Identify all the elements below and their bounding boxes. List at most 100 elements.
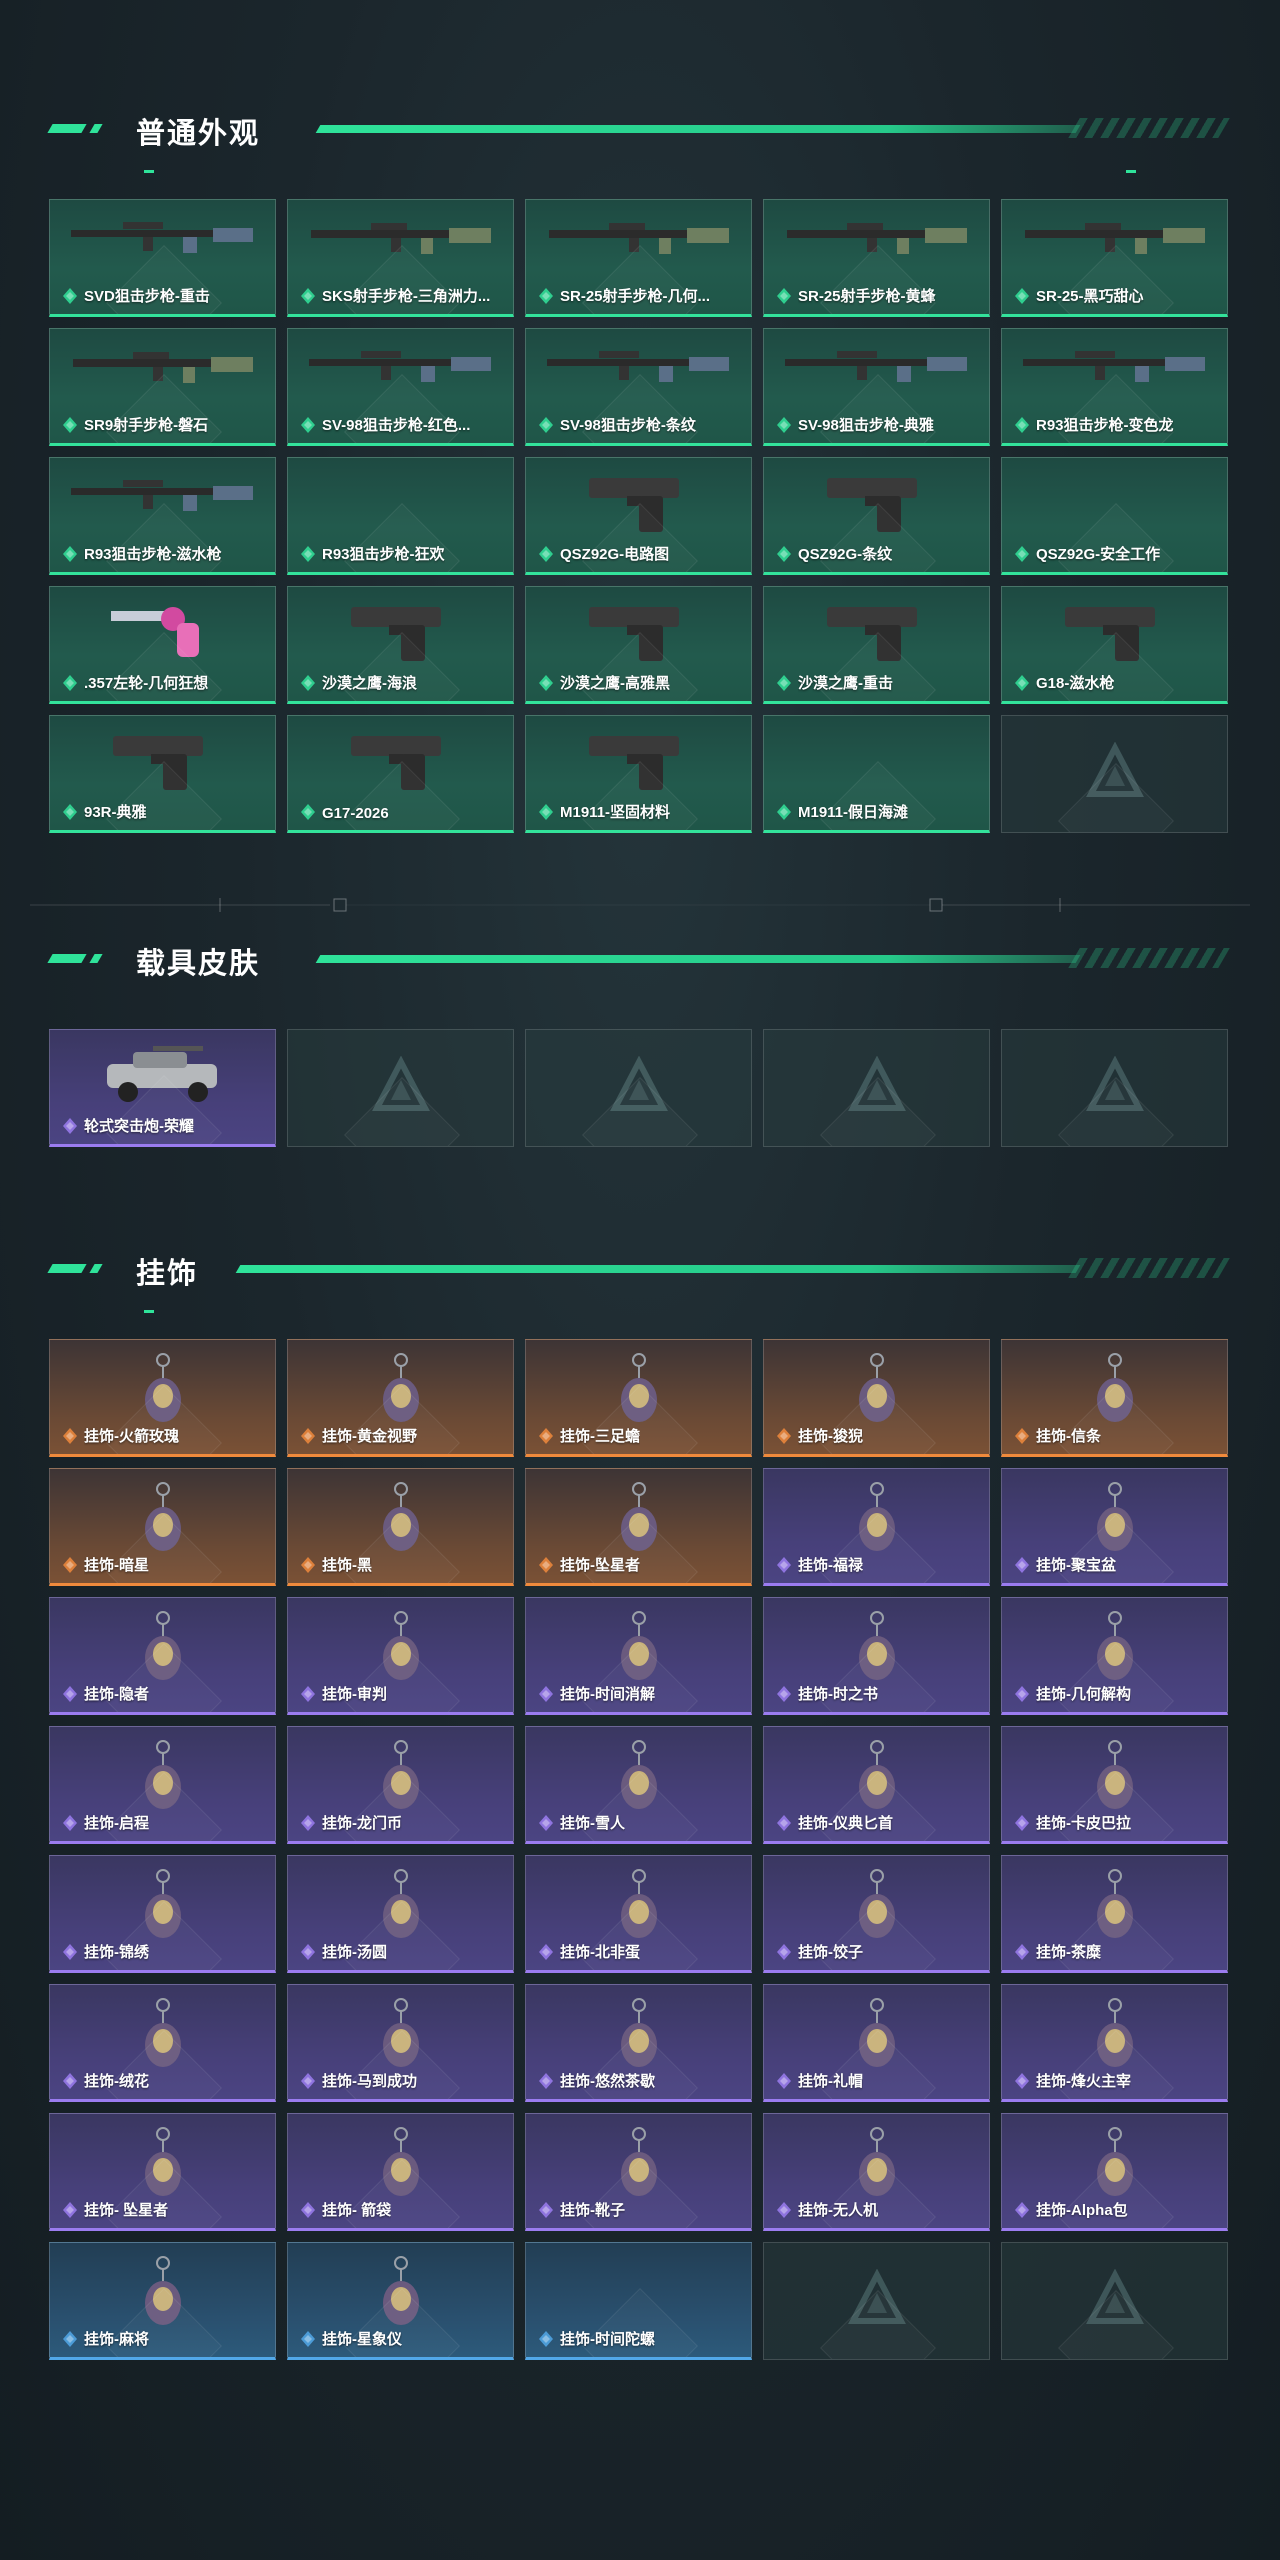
charm-icon — [366, 1995, 436, 2080]
weapons-item-card[interactable]: SVD狙击步枪-重击 — [49, 199, 276, 317]
weapons-item-card[interactable]: G18-滋水枪 — [1001, 586, 1228, 704]
rarity-diamond-icon — [300, 1943, 316, 1961]
weapons-item-card[interactable]: M1911-坚固材料 — [525, 715, 752, 833]
rarity-diamond-icon — [300, 545, 316, 563]
weapons-item-card[interactable]: R93狙击步枪-变色龙 — [1001, 328, 1228, 446]
charms-item-card[interactable]: 挂饰-审判 — [287, 1597, 514, 1715]
item-label: 挂饰-悠然茶歇 — [560, 2073, 655, 2090]
charms-item-card[interactable]: 挂饰-雪人 — [525, 1726, 752, 1844]
charms-item-card[interactable]: 挂饰-时间消解 — [525, 1597, 752, 1715]
item-label: 挂饰-Alpha包 — [1036, 2202, 1128, 2219]
revolver-icon — [103, 597, 223, 672]
weapons-item-card[interactable]: SR-25射手步枪-黄蜂 — [763, 199, 990, 317]
charms-item-card[interactable]: 挂饰-马到成功 — [287, 1984, 514, 2102]
charms-item-card[interactable]: 挂饰-信条 — [1001, 1339, 1228, 1457]
weapons-item-card[interactable]: QSZ92G-电路图 — [525, 457, 752, 575]
weapons-item-card[interactable]: R93狙击步枪-滋水枪 — [49, 457, 276, 575]
charm-icon — [842, 1479, 912, 1564]
charms-item-card[interactable]: 挂饰-坠星者 — [525, 1468, 752, 1586]
charms-item-card[interactable]: 挂饰-几何解构 — [1001, 1597, 1228, 1715]
weapons-item-card[interactable]: SV-98狙击步枪-典雅 — [763, 328, 990, 446]
rarity-diamond-icon — [538, 416, 554, 434]
rarity-diamond-icon — [538, 2072, 554, 2090]
charms-item-card[interactable]: 挂饰-时之书 — [763, 1597, 990, 1715]
charms-item-card[interactable]: 挂饰-黄金视野 — [287, 1339, 514, 1457]
vehicle-icon — [93, 1040, 233, 1115]
weapons-item-card[interactable]: SR-25-黑巧甜心 — [1001, 199, 1228, 317]
charms-item-card[interactable]: 挂饰-火箭玫瑰 — [49, 1339, 276, 1457]
charms-item-card[interactable]: 挂饰-龙门币 — [287, 1726, 514, 1844]
header-accent-dash — [89, 124, 103, 133]
charms-item-card[interactable]: 挂饰-三足蟾 — [525, 1339, 752, 1457]
rarity-diamond-icon — [538, 2330, 554, 2348]
rarity-diamond-icon — [300, 2201, 316, 2219]
vehicles-item-card[interactable]: 轮式突击炮-荣耀 — [49, 1029, 276, 1147]
charms-item-card[interactable]: 挂饰-暗星 — [49, 1468, 276, 1586]
weapons-item-card[interactable]: SV-98狙击步枪-条纹 — [525, 328, 752, 446]
charms-item-card[interactable]: 挂饰-北非蛋 — [525, 1855, 752, 1973]
item-label: 挂饰-三足蟾 — [560, 1428, 640, 1445]
charms-item-card[interactable]: 挂饰- 箭袋 — [287, 2113, 514, 2231]
weapons-item-card[interactable]: .357左轮-几何狂想 — [49, 586, 276, 704]
item-label: SR-25射手步枪-黄蜂 — [798, 288, 936, 305]
charms-item-card[interactable]: 挂饰-仪典匕首 — [763, 1726, 990, 1844]
rarity-diamond-icon — [62, 2330, 78, 2348]
weapons-item-card[interactable]: SR-25射手步枪-几何... — [525, 199, 752, 317]
weapons-item-card[interactable]: SKS射手步枪-三角洲力... — [287, 199, 514, 317]
charms-item-card[interactable]: 挂饰-烽火主宰 — [1001, 1984, 1228, 2102]
charms-item-card[interactable]: 挂饰-星象仪 — [287, 2242, 514, 2360]
weapons-item-card[interactable]: SR9射手步枪-磐石 — [49, 328, 276, 446]
item-label: 挂饰-黄金视野 — [322, 1428, 417, 1445]
charms-item-card[interactable]: 挂饰-时间陀螺 — [525, 2242, 752, 2360]
charms-item-card[interactable]: 挂饰-无人机 — [763, 2113, 990, 2231]
rarity-diamond-icon — [62, 1556, 78, 1574]
charms-item-card[interactable]: 挂饰- 坠星者 — [49, 2113, 276, 2231]
charms-item-card[interactable]: 挂饰-锦绣 — [49, 1855, 276, 1973]
section-title: 载具皮肤 — [136, 948, 261, 980]
charms-item-card[interactable]: 挂饰-靴子 — [525, 2113, 752, 2231]
weapons-item-card[interactable]: SV-98狙击步枪-红色... — [287, 328, 514, 446]
charms-item-card[interactable]: 挂饰-卡皮巴拉 — [1001, 1726, 1228, 1844]
item-label: 挂饰-麻将 — [84, 2331, 149, 2348]
weapons-item-card[interactable]: M1911-假日海滩 — [763, 715, 990, 833]
weapons-item-card[interactable]: QSZ92G-条纹 — [763, 457, 990, 575]
charms-item-card[interactable]: 挂饰-聚宝盆 — [1001, 1468, 1228, 1586]
placeholder-logo-icon — [847, 2268, 907, 2329]
rarity-diamond-icon — [62, 1117, 78, 1135]
weapons-item-card[interactable]: R93狙击步枪-狂欢 — [287, 457, 514, 575]
charms-item-card[interactable]: 挂饰-福禄 — [763, 1468, 990, 1586]
item-label: 挂饰-时之书 — [798, 1686, 878, 1703]
weapons-item-card[interactable]: 沙漠之鹰-高雅黑 — [525, 586, 752, 704]
item-label: .357左轮-几何狂想 — [84, 675, 209, 692]
charms-item-card[interactable]: 挂饰-启程 — [49, 1726, 276, 1844]
charms-item-card[interactable]: 挂饰-礼帽 — [763, 1984, 990, 2102]
charms-item-card[interactable]: 挂饰-悠然茶歇 — [525, 1984, 752, 2102]
charms-item-card[interactable]: 挂饰-Alpha包 — [1001, 2113, 1228, 2231]
charms-item-card[interactable]: 挂饰-麻将 — [49, 2242, 276, 2360]
charms-item-card[interactable]: 挂饰-饺子 — [763, 1855, 990, 1973]
charm-icon — [604, 1350, 674, 1435]
weapons-item-card[interactable]: 沙漠之鹰-重击 — [763, 586, 990, 704]
pistol-icon — [341, 726, 461, 801]
weapons-item-card[interactable]: QSZ92G-安全工作 — [1001, 457, 1228, 575]
charms-item-card[interactable]: 挂饰-狻猊 — [763, 1339, 990, 1457]
charms-item-card[interactable]: 挂饰-隐者 — [49, 1597, 276, 1715]
weapons-item-card[interactable]: G17-2026 — [287, 715, 514, 833]
section-title: 挂饰 — [136, 1258, 199, 1290]
rarity-diamond-icon — [1014, 1556, 1030, 1574]
charms-item-card[interactable]: 挂饰-黑 — [287, 1468, 514, 1586]
item-label: 挂饰-隐者 — [84, 1686, 149, 1703]
charm-icon — [842, 1866, 912, 1951]
item-label: 挂饰-汤圆 — [322, 1944, 387, 1961]
charms-item-card[interactable]: 挂饰-汤圆 — [287, 1855, 514, 1973]
sniper-rifle-icon — [301, 339, 501, 394]
rarity-diamond-icon — [776, 1427, 792, 1445]
item-label: 挂饰-信条 — [1036, 1428, 1101, 1445]
header-tick — [144, 170, 154, 173]
charms-item-card[interactable]: 挂饰-绒花 — [49, 1984, 276, 2102]
pistol-icon — [103, 726, 223, 801]
weapons-item-card[interactable]: 93R-典雅 — [49, 715, 276, 833]
charms-item-card[interactable]: 挂饰-茶糜 — [1001, 1855, 1228, 1973]
rarity-diamond-icon — [1014, 1943, 1030, 1961]
weapons-item-card[interactable]: 沙漠之鹰-海浪 — [287, 586, 514, 704]
